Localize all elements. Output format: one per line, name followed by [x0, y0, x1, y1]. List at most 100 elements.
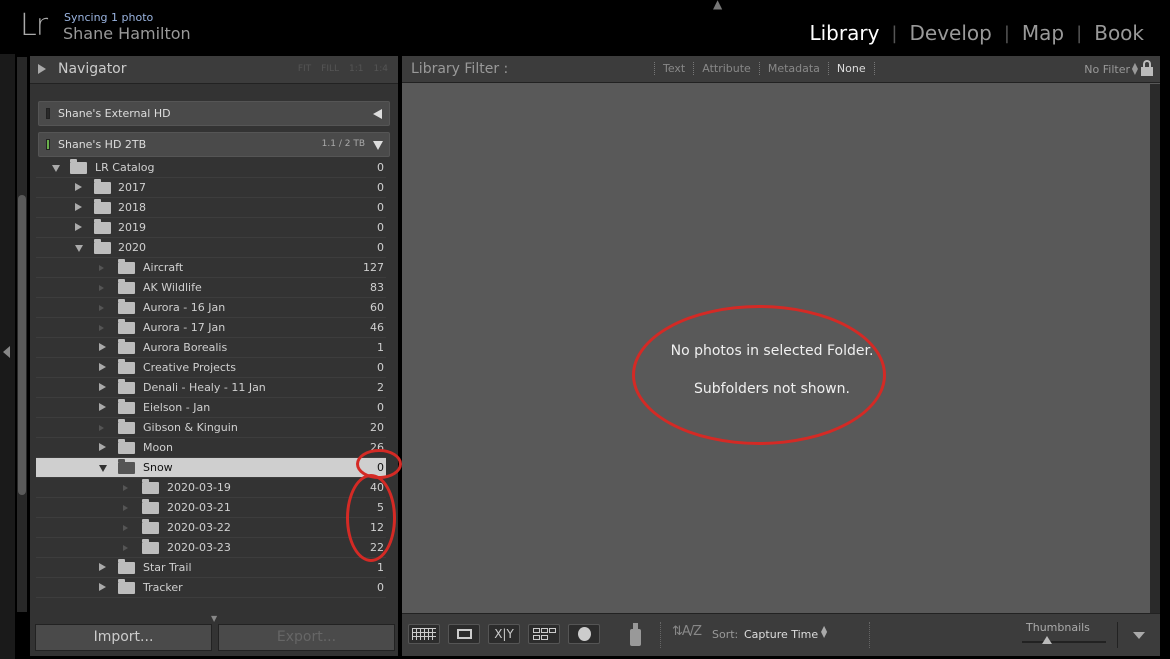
disclosure-triangle-icon[interactable]: [99, 583, 106, 591]
disclosure-triangle-icon[interactable]: [75, 203, 82, 211]
folder-row[interactable]: LR Catalog 0: [36, 158, 386, 178]
volume-external-hd[interactable]: Shane's External HD: [38, 101, 390, 126]
folder-row[interactable]: Moon 26: [36, 438, 386, 458]
disclosure-triangle-icon[interactable]: [99, 343, 106, 351]
disclosure-triangle-icon[interactable]: [75, 183, 82, 191]
collapse-triangle-icon[interactable]: [373, 109, 382, 119]
disclosure-triangle-icon[interactable]: [99, 443, 106, 451]
expand-triangle-icon[interactable]: [99, 465, 107, 472]
folder-row[interactable]: AK Wildlife 83: [36, 278, 386, 298]
toolbar-content-menu[interactable]: [1117, 622, 1155, 648]
filter-none[interactable]: None: [827, 62, 875, 75]
loupe-view-button[interactable]: [448, 624, 480, 644]
module-book[interactable]: Book: [1082, 21, 1156, 45]
grid-view-button[interactable]: [408, 624, 440, 644]
triangle-left-icon[interactable]: [3, 346, 10, 358]
expand-triangle-icon[interactable]: [52, 165, 60, 172]
updown-arrows-icon[interactable]: ▲ ▼: [1132, 62, 1138, 76]
zoom-fit[interactable]: FIT: [298, 64, 311, 74]
folder-row[interactable]: Aircraft 127: [36, 258, 386, 278]
left-panel: Navigator FIT FILL 1:1 1:4 Shane's Exter…: [30, 56, 398, 656]
folder-row[interactable]: 2020-03-23 22: [36, 538, 386, 558]
folder-name: Aircraft: [143, 261, 184, 274]
folder-row[interactable]: 2020-03-21 5: [36, 498, 386, 518]
zoom-fill[interactable]: FILL: [321, 64, 339, 74]
annotation-circle-snow-count: [356, 449, 402, 479]
folder-photo-count: 0: [377, 401, 384, 414]
disclosure-triangle-icon: [123, 545, 128, 551]
people-icon: [578, 627, 591, 641]
sort-select[interactable]: Capture Time: [744, 628, 818, 641]
top-panel-toggle-icon[interactable]: ▲: [713, 0, 722, 11]
thumbnail-size-slider[interactable]: [1022, 641, 1106, 643]
zoom-1-1[interactable]: 1:1: [349, 64, 363, 74]
volume-status-light: [46, 139, 50, 150]
folder-icon: [118, 559, 135, 574]
updown-arrows-icon[interactable]: ▲ ▼: [821, 625, 827, 639]
folder-row[interactable]: Denali - Healy - 11 Jan 2: [36, 378, 386, 398]
module-map[interactable]: Map: [1010, 21, 1076, 45]
identity-plate: Lr Syncing 1 photo Shane Hamilton ▲ Libr…: [0, 0, 1170, 54]
volume-hd-2tb[interactable]: Shane's HD 2TB 1.1 / 2 TB: [38, 132, 390, 157]
zoom-1-4[interactable]: 1:4: [374, 64, 388, 74]
disclosure-triangle-icon: [99, 285, 104, 291]
folder-icon: [142, 539, 159, 554]
folder-row[interactable]: Creative Projects 0: [36, 358, 386, 378]
filter-text[interactable]: Text: [654, 62, 693, 75]
folder-row[interactable]: 2020 0: [36, 238, 386, 258]
folder-icon: [94, 219, 111, 234]
sync-status[interactable]: Syncing 1 photo: [64, 11, 153, 24]
folder-row[interactable]: Aurora - 17 Jan 46: [36, 318, 386, 338]
left-panel-scrollbar-thumb[interactable]: [18, 195, 26, 495]
folder-row[interactable]: Snow 0: [36, 458, 386, 478]
grid-scrollbar[interactable]: [1150, 84, 1160, 613]
spray-can-icon[interactable]: [630, 622, 642, 646]
navigator-header[interactable]: Navigator FIT FILL 1:1 1:4: [30, 56, 398, 84]
filter-preset-select[interactable]: No Filter: [1084, 63, 1130, 76]
expand-triangle-icon[interactable]: [373, 141, 383, 150]
lock-icon[interactable]: [1141, 60, 1153, 76]
folder-name: Tracker: [143, 581, 183, 594]
survey-icon: [533, 635, 540, 640]
volume-name: Shane's HD 2TB: [58, 138, 147, 151]
volume-name: Shane's External HD: [58, 107, 171, 120]
thumbnails-label: Thumbnails: [1026, 621, 1090, 634]
folder-row[interactable]: Star Trail 1: [36, 558, 386, 578]
folder-row[interactable]: 2019 0: [36, 218, 386, 238]
filter-attribute[interactable]: Attribute: [693, 62, 759, 75]
expand-triangle-icon[interactable]: [75, 245, 83, 252]
folder-row[interactable]: Tracker 0: [36, 578, 386, 598]
expand-triangle-icon[interactable]: [38, 64, 46, 74]
folder-row[interactable]: Eielson - Jan 0: [36, 398, 386, 418]
export-button[interactable]: Export...: [218, 624, 395, 651]
folder-row[interactable]: 2018 0: [36, 198, 386, 218]
module-library[interactable]: Library: [797, 21, 891, 45]
sort-az-icon[interactable]: ⇅A/Z: [672, 624, 702, 639]
folder-name: Eielson - Jan: [143, 401, 211, 414]
folders-panel: Shane's External HD Shane's HD 2TB 1.1 /…: [30, 86, 398, 620]
people-view-button[interactable]: [568, 624, 600, 644]
folder-row[interactable]: 2017 0: [36, 178, 386, 198]
compare-view-button[interactable]: X|Y: [488, 624, 520, 644]
folder-photo-count: 0: [377, 201, 384, 214]
disclosure-triangle-icon[interactable]: [99, 563, 106, 571]
filter-metadata[interactable]: Metadata: [758, 62, 828, 75]
folder-row[interactable]: Aurora - 16 Jan 60: [36, 298, 386, 318]
disclosure-triangle-icon[interactable]: [99, 363, 106, 371]
left-panel-edge[interactable]: [0, 54, 15, 659]
folder-photo-count: 0: [377, 221, 384, 234]
survey-view-button[interactable]: [528, 624, 560, 644]
folder-icon: [118, 259, 135, 274]
folder-row[interactable]: Aurora Borealis 1: [36, 338, 386, 358]
folder-row[interactable]: 2020-03-19 40: [36, 478, 386, 498]
folder-icon: [94, 239, 111, 254]
thumbnail-slider-knob[interactable]: [1042, 636, 1053, 644]
folder-row[interactable]: Gibson & Kinguin 20: [36, 418, 386, 438]
import-button[interactable]: Import...: [35, 624, 212, 651]
disclosure-triangle-icon[interactable]: [99, 403, 106, 411]
folder-row[interactable]: 2020-03-22 12: [36, 518, 386, 538]
module-develop[interactable]: Develop: [898, 21, 1004, 45]
chevron-down-icon[interactable]: [1133, 632, 1145, 639]
disclosure-triangle-icon[interactable]: [75, 223, 82, 231]
disclosure-triangle-icon[interactable]: [99, 383, 106, 391]
